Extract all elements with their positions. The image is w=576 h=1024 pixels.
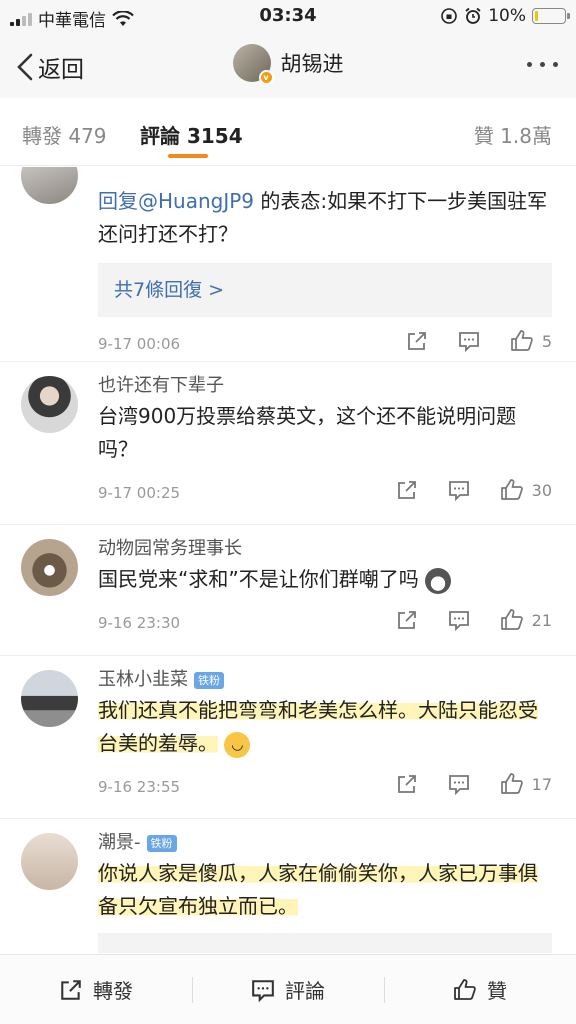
comment-time: 9-17 00:25	[98, 484, 181, 502]
comment-text: 回复@HuangJP9 的表态:如果不打下一步美国驻军还问打还不打？	[98, 189, 548, 246]
like-button[interactable]: 30	[500, 478, 552, 502]
navigation-bar: 返回 v 胡锡进	[0, 34, 576, 98]
avatar[interactable]	[21, 670, 78, 727]
tab-comment[interactable]: 評論 3154	[140, 120, 243, 149]
tab-repost[interactable]: 轉發 479	[22, 120, 107, 149]
comment-label: 評論	[285, 979, 325, 1003]
avatar[interactable]	[21, 167, 78, 204]
comment-item: 潮景- 铁粉 你说人家是傻瓜，人家在偷偷笑你，人家已万事俱备只欠宣布独立而已。	[0, 819, 576, 954]
share-icon	[61, 979, 81, 1000]
like-count: 5	[541, 331, 552, 351]
share-icon[interactable]	[396, 773, 418, 795]
comment-icon[interactable]	[448, 609, 470, 631]
comment-author[interactable]: 动物园常务理事长	[98, 535, 552, 563]
avatar[interactable]	[21, 376, 78, 433]
reply-preview-box	[98, 933, 552, 953]
tab-like[interactable]: 贊 1.8萬	[474, 120, 552, 149]
mention-link[interactable]: 回复@HuangJP9	[98, 189, 254, 213]
like-count: 30	[531, 480, 552, 500]
thumbs-up-icon	[510, 330, 533, 351]
share-icon[interactable]	[396, 609, 418, 631]
comment-list[interactable]: 回复@HuangJP9 的表态:如果不打下一步美国驻军还问打还不打？ 共7條回復…	[0, 167, 576, 954]
comment-time: 9-16 23:30	[98, 614, 181, 632]
comment-text: 台湾900万投票给蔡英文，这个还不能说明问题吗？	[98, 404, 517, 461]
blush-emoji-icon: ◡	[224, 731, 251, 758]
like-button[interactable]: 贊	[384, 955, 576, 1024]
comment-time: 9-17 00:06	[98, 335, 181, 353]
like-count: 17	[531, 774, 552, 794]
comment-button[interactable]: 評論	[192, 955, 384, 1024]
orientation-lock-icon	[441, 8, 458, 24]
thumbs-up-icon	[454, 978, 476, 1000]
comment-item: 动物园常务理事长 国民党来“求和”不是让你们群嘲了吗 9-16 23:30 21	[0, 525, 576, 656]
comment-author[interactable]: 也许还有下辈子	[98, 372, 552, 400]
like-button[interactable]: 21	[500, 608, 552, 632]
comment-item: 回复@HuangJP9 的表态:如果不打下一步美国驻军还问打还不打？ 共7條回復…	[0, 167, 576, 362]
comment-icon[interactable]	[448, 479, 470, 501]
comment-text: 我们还真不能把弯弯和老美怎么样。大陆只能忍受台美的羞辱。 ◡	[98, 694, 552, 760]
comment-text: 国民党来“求和”不是让你们群嘲了吗	[98, 563, 552, 596]
comment-item: 玉林小韭菜 铁粉 我们还真不能把弯弯和老美怎么样。大陆只能忍受台美的羞辱。 ◡ 9…	[0, 656, 576, 819]
repost-label: 轉發	[93, 979, 133, 1003]
more-button[interactable]	[527, 62, 558, 67]
comment-item: 也许还有下辈子 台湾900万投票给蔡英文，这个还不能说明问题吗？ 9-17 00…	[0, 362, 576, 525]
like-button[interactable]: 5	[510, 329, 552, 353]
share-icon[interactable]	[396, 479, 418, 501]
repost-button[interactable]: 轉發	[0, 955, 192, 1024]
fan-badge: 铁粉	[194, 671, 224, 689]
thumbs-up-icon	[500, 479, 523, 500]
view-replies-button[interactable]: 共7條回復 >	[98, 263, 552, 317]
comment-author[interactable]: 玉林小韭菜	[98, 666, 188, 694]
battery-icon	[532, 8, 570, 24]
like-button[interactable]: 17	[500, 772, 552, 796]
comment-text: 你说人家是傻瓜，人家在偷偷笑你，人家已万事俱备只欠宣布独立而已。	[98, 861, 538, 918]
title-text: 胡锡进	[280, 52, 344, 76]
tab-bar: 轉發 479 評論 3154 贊 1.8萬	[0, 98, 576, 166]
thumbs-up-icon	[500, 773, 523, 794]
status-bar: 中華電信 03:34 10%	[0, 0, 576, 34]
alarm-icon	[465, 7, 481, 24]
like-label: 贊	[487, 979, 507, 1003]
comment-author[interactable]: 潮景-	[98, 829, 141, 857]
comment-icon	[252, 979, 274, 1002]
bottom-action-bar: 轉發 評論 贊	[0, 954, 576, 1024]
comment-icon[interactable]	[458, 330, 480, 352]
comment-time: 9-16 23:55	[98, 778, 181, 796]
page-title[interactable]: v 胡锡进	[0, 44, 576, 85]
fan-badge: 铁粉	[146, 834, 177, 852]
avatar[interactable]	[21, 539, 78, 596]
avatar: v	[232, 44, 274, 85]
battery-percent: 10%	[488, 6, 526, 26]
like-count: 21	[531, 610, 552, 630]
share-icon[interactable]	[406, 330, 428, 352]
verified-icon: v	[258, 70, 274, 85]
thumbs-up-icon	[500, 609, 523, 630]
comment-icon[interactable]	[448, 773, 470, 795]
active-tab-indicator	[168, 154, 208, 158]
husky-emoji-icon	[425, 567, 452, 594]
avatar[interactable]	[21, 833, 78, 890]
